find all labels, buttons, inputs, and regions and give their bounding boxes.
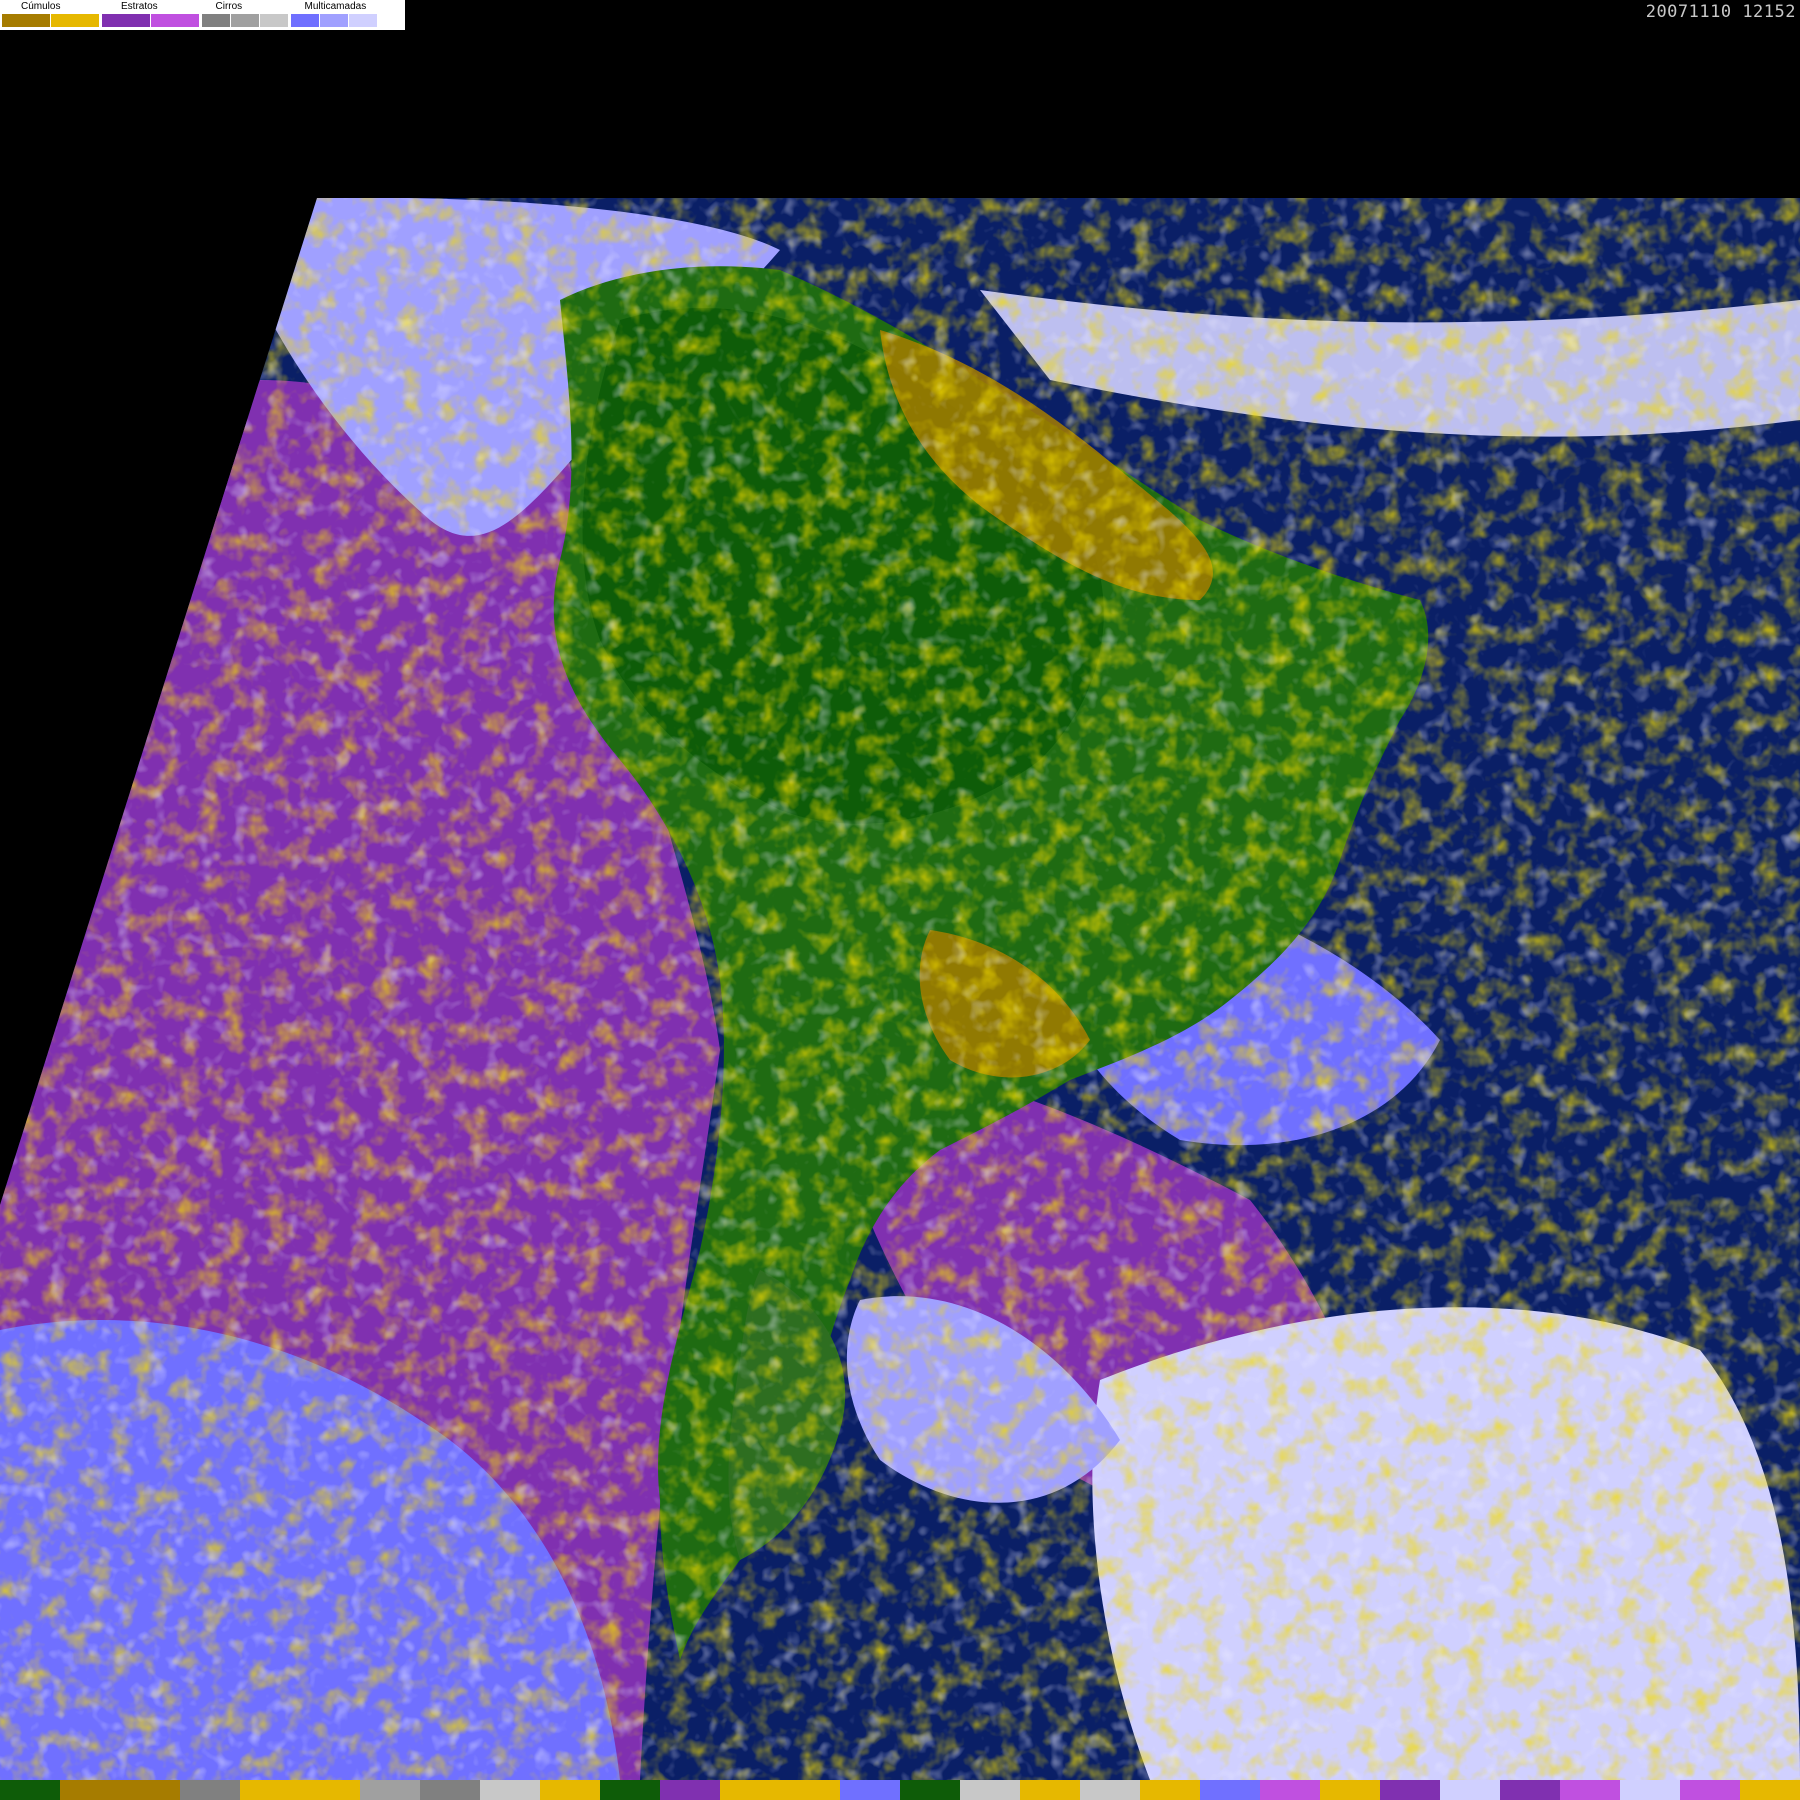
palette-swatch (1680, 1780, 1740, 1800)
palette-swatch (0, 1780, 60, 1800)
palette-swatch (1200, 1780, 1260, 1800)
legend-swatch (151, 14, 199, 27)
palette-swatch (180, 1780, 240, 1800)
legend-label: Multicamadas (304, 1, 367, 12)
palette-swatch (360, 1780, 420, 1800)
legend-swatch (102, 14, 150, 27)
palette-swatch (660, 1780, 720, 1800)
palette-swatch (120, 1780, 180, 1800)
palette-swatch (720, 1780, 780, 1800)
legend-swatch (349, 14, 377, 27)
palette-swatch (1080, 1780, 1140, 1800)
palette-swatch (1020, 1780, 1080, 1800)
palette-swatch (1560, 1780, 1620, 1800)
palette-swatch (600, 1780, 660, 1800)
legend-swatch (260, 14, 288, 27)
legend-swatch (291, 14, 319, 27)
palette-swatch (1260, 1780, 1320, 1800)
palette-swatch (480, 1780, 540, 1800)
cloud-type-legend: Cúmulos Estratos Cirros Multicamadas (0, 0, 405, 30)
palette-swatch (1500, 1780, 1560, 1800)
legend-label: Cirros (215, 1, 243, 12)
legend-swatch (51, 14, 99, 27)
legend-swatch (320, 14, 348, 27)
palette-swatch (1620, 1780, 1680, 1800)
legend-label: Estratos (121, 1, 158, 12)
timestamp: 20071110 12152 (1645, 2, 1796, 22)
legend-label: Cúmulos (21, 1, 61, 12)
palette-swatch (300, 1780, 360, 1800)
bottom-color-palette-strip (0, 1780, 1800, 1800)
legend-swatch (2, 14, 50, 27)
palette-swatch (900, 1780, 960, 1800)
palette-swatch (1380, 1780, 1440, 1800)
satellite-cloud-classification-map (0, 198, 1800, 1780)
legend-swatch (202, 14, 230, 27)
legend-swatch (231, 14, 259, 27)
palette-swatch (1740, 1780, 1800, 1800)
palette-swatch (1140, 1780, 1200, 1800)
palette-swatch (420, 1780, 480, 1800)
palette-swatch (1320, 1780, 1380, 1800)
cirrus-speckle-texture (0, 198, 1800, 1780)
palette-swatch (960, 1780, 1020, 1800)
palette-swatch (840, 1780, 900, 1800)
palette-swatch (1440, 1780, 1500, 1800)
palette-swatch (540, 1780, 600, 1800)
palette-swatch (240, 1780, 300, 1800)
palette-swatch (60, 1780, 120, 1800)
palette-swatch (780, 1780, 840, 1800)
